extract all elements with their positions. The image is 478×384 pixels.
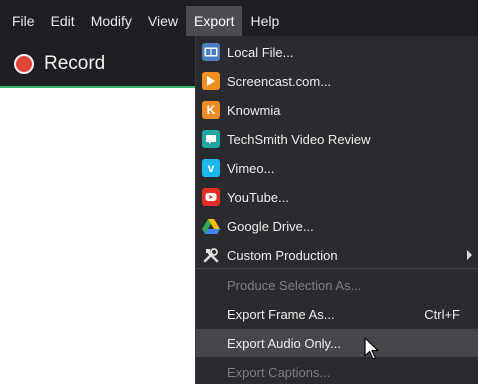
menu-item-youtube[interactable]: YouTube...	[196, 183, 478, 211]
menu-item-techsmith-video-review[interactable]: TechSmith Video Review	[196, 125, 478, 153]
menu-item-export-audio[interactable]: Export Audio Only...	[196, 329, 478, 357]
menu-separator	[196, 268, 478, 269]
knowmia-icon: K	[202, 101, 220, 119]
menu-item-produce-selection: Produce Selection As...	[196, 271, 478, 299]
menu-item-label: Knowmia	[227, 102, 281, 118]
menu-item-export-captions: Export Captions...	[196, 358, 478, 384]
toolbar: Record	[0, 44, 105, 84]
record-icon	[14, 54, 34, 74]
menu-item-label: Produce Selection As...	[227, 277, 362, 293]
local-file-icon	[202, 43, 220, 61]
toolbar-accent-line	[0, 86, 200, 88]
menu-item-vimeo[interactable]: v Vimeo...	[196, 154, 478, 182]
menu-export[interactable]: Export	[186, 6, 243, 36]
menu-bar: File Edit Modify View Export Help	[0, 6, 287, 36]
menu-item-label: TechSmith Video Review	[227, 131, 371, 147]
screencast-icon	[202, 72, 220, 90]
menu-item-google-drive[interactable]: Google Drive...	[196, 212, 478, 240]
menu-item-label: Screencast.com...	[227, 73, 332, 89]
tools-icon	[202, 246, 220, 264]
menu-item-label: YouTube...	[227, 189, 289, 205]
google-drive-icon	[202, 217, 220, 235]
menu-item-custom-production[interactable]: Custom Production	[196, 241, 478, 269]
menu-item-label: Export Captions...	[227, 364, 331, 380]
menu-item-knowmia[interactable]: K Knowmia	[196, 96, 478, 124]
export-dropdown-menu: Local File... Screencast.com... K Knowmi…	[196, 36, 478, 384]
submenu-arrow-icon	[467, 250, 472, 260]
menu-item-label: Export Frame As...	[227, 306, 335, 322]
menu-item-export-frame[interactable]: Export Frame As... Ctrl+F	[196, 300, 478, 328]
youtube-icon	[202, 188, 220, 206]
menu-edit[interactable]: Edit	[43, 6, 83, 36]
shortcut-label: Ctrl+F	[424, 306, 460, 322]
menu-item-label: Local File...	[227, 44, 294, 60]
mouse-cursor-icon	[364, 337, 379, 360]
menu-help[interactable]: Help	[242, 6, 287, 36]
record-button[interactable]: Record	[14, 53, 105, 75]
menu-item-label: Google Drive...	[227, 218, 314, 234]
menu-file[interactable]: File	[0, 6, 43, 36]
menu-item-label: Export Audio Only...	[227, 335, 341, 351]
menu-item-local-file[interactable]: Local File...	[196, 38, 478, 66]
menu-item-screencast[interactable]: Screencast.com...	[196, 67, 478, 95]
vimeo-icon: v	[202, 159, 220, 177]
menu-modify[interactable]: Modify	[83, 6, 140, 36]
video-review-icon	[202, 130, 220, 148]
menu-item-label: Custom Production	[227, 247, 338, 263]
record-label: Record	[44, 53, 106, 74]
menu-item-label: Vimeo...	[227, 160, 275, 176]
menu-view[interactable]: View	[140, 6, 186, 36]
